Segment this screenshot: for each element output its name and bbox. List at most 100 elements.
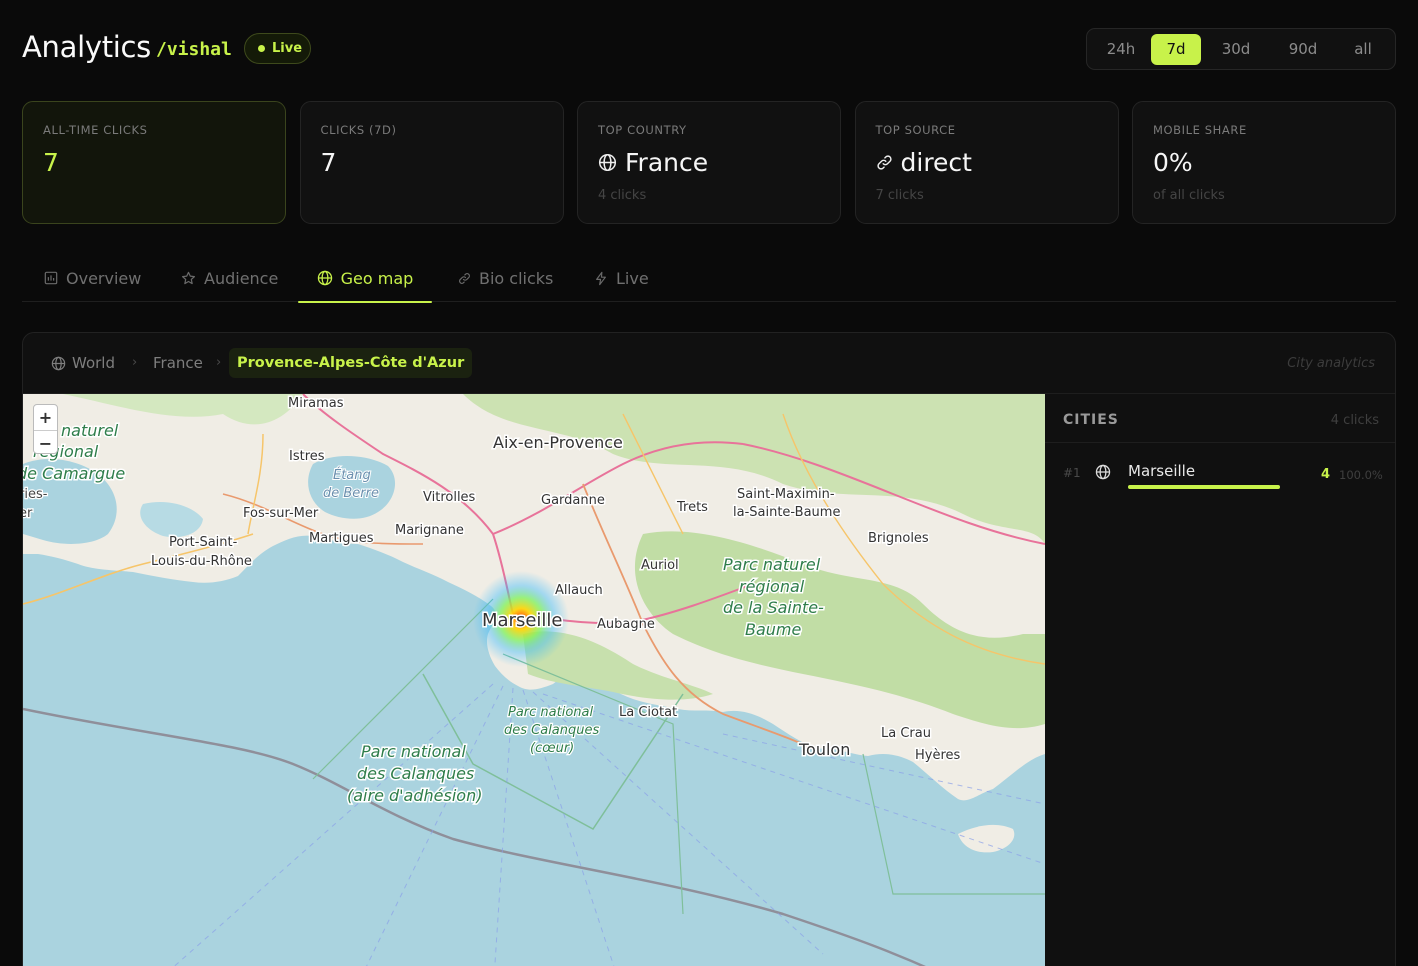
range-button-all[interactable]: all xyxy=(1335,34,1391,65)
stat-card-label: TOP SOURCE xyxy=(875,123,956,137)
range-button-90d[interactable]: 90d xyxy=(1271,34,1335,65)
map-label: Trets xyxy=(676,500,708,515)
map-label: Brignoles xyxy=(868,531,929,546)
stat-card-value: France xyxy=(598,148,708,177)
stat-cards: ALL-TIME CLICKS 7 CLICKS (7D) 7 TOP COUN… xyxy=(22,101,1396,224)
tab-geo-map[interactable]: Geo map xyxy=(298,254,432,303)
tab-label: Audience xyxy=(204,268,279,288)
map-label: Parc naturel xyxy=(723,555,821,574)
zoom-in-button[interactable]: + xyxy=(34,405,57,430)
breadcrumb-region[interactable]: Provence-Alpes-Côte d'Azur xyxy=(229,348,473,378)
map-label: des Calanques xyxy=(357,764,474,783)
stat-value-text: 7 xyxy=(320,148,337,177)
map-label: Martigues xyxy=(309,531,374,546)
tab-bio-clicks[interactable]: Bio clicks xyxy=(458,254,553,302)
map-label: de Camargue xyxy=(23,464,125,483)
stat-card-subtext: 4 clicks xyxy=(598,188,647,203)
map-label: Parc national xyxy=(508,705,594,720)
map-label: Fos-sur-Mer xyxy=(243,506,319,521)
map-label: Aubagne xyxy=(597,617,655,632)
stat-card-top-source: TOP SOURCE direct 7 clicks xyxy=(854,101,1119,224)
city-share-bar xyxy=(1128,485,1280,489)
tab-label: Overview xyxy=(66,268,142,288)
breadcrumb-label: World xyxy=(72,354,115,372)
map-label: Auriol xyxy=(641,558,679,573)
tab-overview[interactable]: Overview xyxy=(44,254,141,302)
stat-card-subtext: of all clicks xyxy=(1153,188,1225,203)
stat-card-label: MOBILE SHARE xyxy=(1153,123,1247,137)
breadcrumb-world[interactable]: World xyxy=(51,348,115,378)
globe-icon xyxy=(317,270,332,286)
map-label: Marignane xyxy=(395,523,464,538)
stat-card-value: 0% xyxy=(1153,148,1193,177)
city-analytics-note: City analytics xyxy=(1287,356,1375,371)
stat-value-text: France xyxy=(625,148,709,177)
range-button-24h[interactable]: 24h xyxy=(1091,34,1151,65)
bar-chart-icon xyxy=(44,271,58,285)
geo-map-panel: World › France › Provence-Alpes-Côte d'A… xyxy=(22,332,1396,966)
tab-label: Geo map xyxy=(340,268,414,288)
live-badge[interactable]: Live xyxy=(244,33,311,64)
map-label: Miramas xyxy=(288,396,344,411)
map-label: de Berre xyxy=(323,486,379,501)
breadcrumb-label: Provence-Alpes-Côte d'Azur xyxy=(237,355,465,371)
zoom-out-button[interactable]: − xyxy=(34,430,57,455)
stat-value-text: 0% xyxy=(1153,148,1193,177)
map-label: Allauch xyxy=(555,583,603,598)
cities-title: CITIES xyxy=(1063,412,1119,428)
stat-value-text: direct xyxy=(900,148,972,177)
analytics-tabs: Overview Audience Geo map Bio clicks Liv… xyxy=(22,254,1396,303)
geo-map[interactable]: Miramas Aix-en-Provence Istres Vitrolles… xyxy=(23,394,1045,966)
globe-icon xyxy=(598,153,617,172)
stat-card-clicks-7d: CLICKS (7D) 7 xyxy=(299,101,564,224)
map-label: Vitrolles xyxy=(423,490,476,505)
map-tiles: Miramas Aix-en-Provence Istres Vitrolles… xyxy=(23,394,1045,966)
link-icon xyxy=(459,272,470,284)
breadcrumb-label: France xyxy=(153,354,203,372)
map-label: des Calanques xyxy=(504,723,600,738)
live-badge-label: Live xyxy=(272,41,303,56)
stat-card-label: ALL-TIME CLICKS xyxy=(43,123,148,137)
stat-card-label: CLICKS (7D) xyxy=(320,123,397,137)
list-item[interactable]: #1 Marseille 4 100.0% xyxy=(1045,458,1395,492)
city-percentage: 100.0% xyxy=(1339,468,1383,482)
map-label: de la Sainte- xyxy=(723,598,824,617)
cities-list: CITIES 4 clicks #1 Marseille 4 100.0% xyxy=(1045,394,1395,966)
chevron-right-icon: › xyxy=(216,355,222,370)
stat-value-text: 7 xyxy=(43,148,59,177)
map-label: Marseille xyxy=(482,610,563,631)
page-title: Analytics xyxy=(22,30,151,64)
range-button-30d[interactable]: 30d xyxy=(1201,34,1271,65)
stat-card-mobile-share: MOBILE SHARE 0% of all clicks xyxy=(1132,101,1396,224)
map-label: Aix-en-Provence xyxy=(493,433,623,452)
map-label: Istres xyxy=(289,449,325,464)
map-label: Hyères xyxy=(915,748,961,763)
city-rank: #1 xyxy=(1063,466,1081,480)
tab-label: Bio clicks xyxy=(479,268,554,288)
tab-live[interactable]: Live xyxy=(594,254,649,302)
lightning-icon xyxy=(596,271,606,285)
stat-card-label: TOP COUNTRY xyxy=(598,123,687,137)
breadcrumb-france[interactable]: France xyxy=(153,348,203,378)
live-dot-icon xyxy=(258,45,265,52)
link-icon xyxy=(876,155,892,170)
header: Analytics /vishal Live 24h 7d 30d 90d al… xyxy=(22,28,1396,72)
tab-audience[interactable]: Audience xyxy=(181,254,278,302)
stat-card-value: 7 xyxy=(321,148,337,177)
map-label: Port-Saint- xyxy=(169,535,238,550)
map-label: Baume xyxy=(745,620,802,639)
map-label: Louis-du-Rhône xyxy=(151,554,252,569)
stat-card-value: direct xyxy=(876,148,972,177)
stat-card-value: 7 xyxy=(43,148,59,177)
map-label: Toulon xyxy=(798,740,850,759)
time-range-selector: 24h 7d 30d 90d all xyxy=(1086,28,1396,70)
link-handle: /vishal xyxy=(156,39,232,60)
range-button-7d[interactable]: 7d xyxy=(1151,33,1201,65)
map-label: Parc national xyxy=(361,742,466,761)
stat-card-subtext: 7 clicks xyxy=(875,188,924,203)
map-label: Étang xyxy=(333,467,371,483)
map-label: régional xyxy=(739,577,805,596)
map-label: ries- xyxy=(23,487,48,502)
map-label: Saint-Maximin- xyxy=(737,487,835,502)
cities-click-count: 4 clicks xyxy=(1330,413,1379,428)
